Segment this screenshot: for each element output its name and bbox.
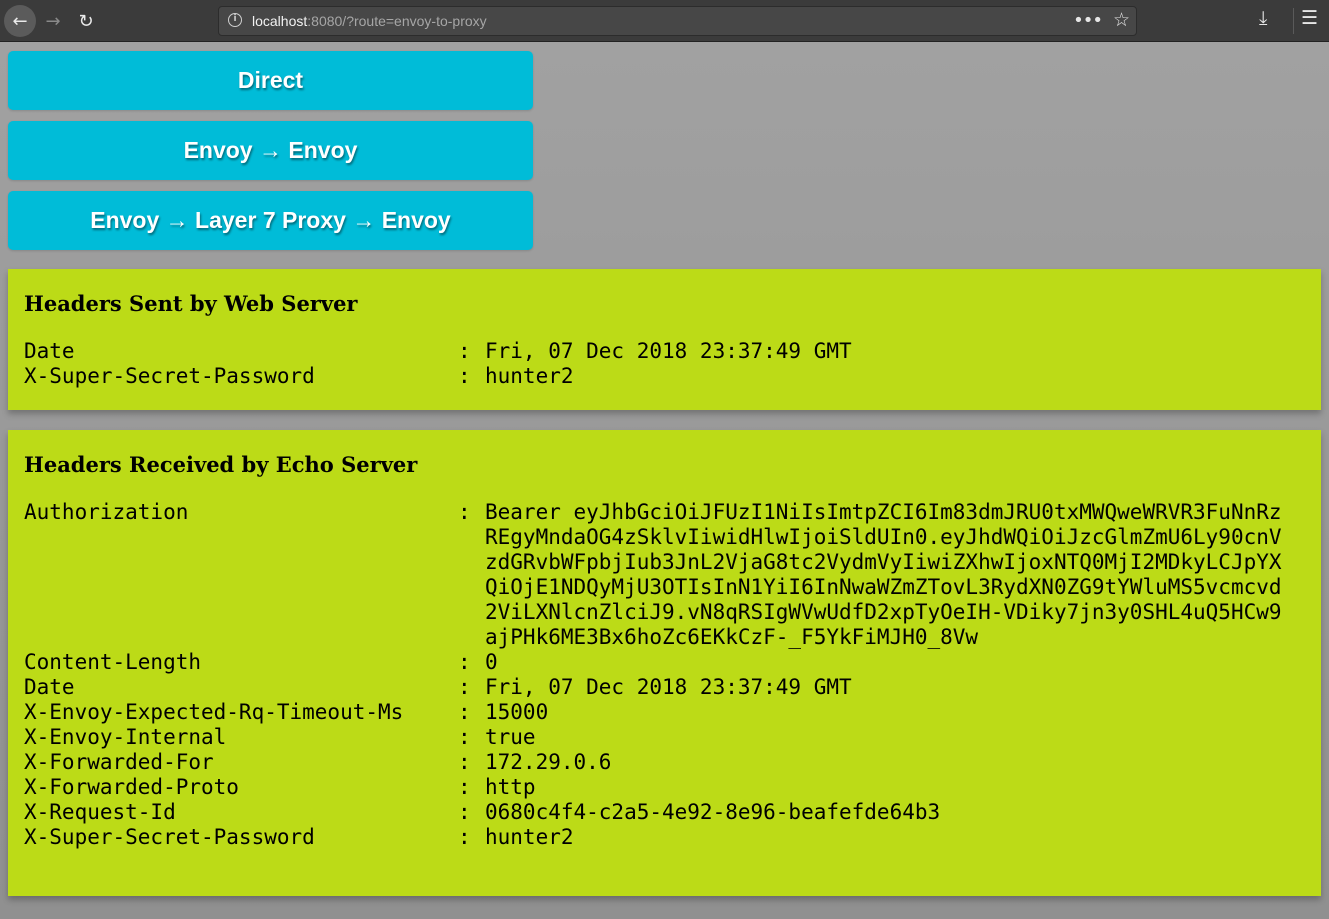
header-separator: : <box>458 800 471 824</box>
headers-sent-panel: Headers Sent by Web Server Date: Fri, 07 … <box>8 269 1321 410</box>
header-name: Date <box>24 339 75 363</box>
header-name: Authorization <box>24 500 189 524</box>
header-name: X-Super-Secret-Password <box>24 364 315 388</box>
headers-sent-list: Date: Fri, 07 Dec 2018 23:37:49 GMT X-Supe… <box>24 339 1305 389</box>
header-separator: : <box>458 750 471 774</box>
header-row: X-Request-Id:0680c4f4-c2a5-4e92-8e96-bea… <box>24 800 1305 825</box>
menu-icon[interactable]: ☰ <box>1301 7 1318 29</box>
more-icon[interactable]: ••• <box>1073 10 1103 31</box>
header-row: X-Forwarded-For:172.29.0.6 <box>24 750 1305 775</box>
header-name: X-Request-Id <box>24 800 176 824</box>
header-value: Fri, 07 Dec 2018 23:37:49 GMT <box>485 339 852 363</box>
browser-toolbar: ← → ↻ i localhost:8080/?route=envoy-to-p… <box>0 0 1329 42</box>
header-separator: : <box>458 364 471 388</box>
header-name: X-Super-Secret-Password <box>24 825 315 849</box>
header-value: 15000 <box>485 700 549 724</box>
header-separator: : <box>458 775 471 799</box>
header-row: Content-Length:0 <box>24 650 1305 675</box>
header-value: hunter2 <box>485 825 574 849</box>
headers-sent-title: Headers Sent by Web Server <box>24 291 358 316</box>
header-separator: : <box>458 675 471 699</box>
header-value: hunter2 <box>485 364 574 388</box>
header-name: X-Envoy-Expected-Rq-Timeout-Ms <box>24 700 404 724</box>
envoy-to-proxy-button[interactable]: Envoy → Layer 7 Proxy → Envoy <box>8 191 533 250</box>
header-separator: : <box>458 500 471 524</box>
header-separator: : <box>458 650 471 674</box>
header-value: http <box>485 775 536 799</box>
forward-icon[interactable]: → <box>37 5 69 37</box>
header-row: Date: Fri, 07 Dec 2018 23:37:49 GMT <box>24 675 1305 700</box>
download-icon[interactable]: ⤓ <box>1259 7 1267 29</box>
url-path: :8080/?route=envoy-to-proxy <box>307 13 487 29</box>
header-value: Bearer eyJhbGciOiJFUzI1NiIsImtpZCI6Im83d… <box>485 500 1282 649</box>
header-name: X-Forwarded-Proto <box>24 775 239 799</box>
header-row: Authorization: Bearer eyJhbGciOiJFUzI1NiI… <box>24 500 1305 650</box>
header-value: 172.29.0.6 <box>485 750 612 774</box>
header-name: Content-Length <box>24 650 202 674</box>
direct-button[interactable]: Direct <box>8 51 533 110</box>
header-name: X-Forwarded-For <box>24 750 214 774</box>
header-row: X-Forwarded-Proto: http <box>24 775 1305 800</box>
headers-received-list: Authorization: Bearer eyJhbGciOiJFUzI1NiI… <box>24 500 1305 850</box>
header-value: 0680c4f4-c2a5-4e92-8e96-beafefde64b3 <box>485 800 941 824</box>
header-name: Date <box>24 675 75 699</box>
header-separator: : <box>458 725 471 749</box>
envoy-to-envoy-button[interactable]: Envoy → Envoy <box>8 121 533 180</box>
url-host: localhost <box>252 13 308 29</box>
info-icon[interactable]: i <box>228 13 242 27</box>
header-row: X-Super-Secret-Password: hunter2 <box>24 825 1305 850</box>
reload-icon[interactable]: ↻ <box>70 5 102 37</box>
headers-received-panel: Headers Received by Echo Server Authoriz… <box>8 430 1321 896</box>
header-row: X-Envoy-Expected-Rq-Timeout-Ms:15000 <box>24 700 1305 725</box>
header-row: X-Envoy-Internal: true <box>24 725 1305 750</box>
header-row: X-Super-Secret-Password: hunter2 <box>24 364 1305 389</box>
toolbar-divider <box>1293 8 1294 34</box>
header-name: X-Envoy-Internal <box>24 725 227 749</box>
url-text: localhost:8080/?route=envoy-to-proxy <box>252 13 487 29</box>
star-icon[interactable]: ☆ <box>1113 9 1130 31</box>
header-value: 0 <box>485 650 498 674</box>
header-separator: : <box>458 700 471 724</box>
url-bar[interactable]: i localhost:8080/?route=envoy-to-proxy •… <box>218 6 1137 36</box>
header-value: true <box>485 725 536 749</box>
header-separator: : <box>458 339 471 363</box>
header-row: Date: Fri, 07 Dec 2018 23:37:49 GMT <box>24 339 1305 364</box>
headers-received-title: Headers Received by Echo Server <box>24 452 418 477</box>
back-icon[interactable]: ← <box>4 5 36 37</box>
header-separator: : <box>458 825 471 849</box>
header-value: Fri, 07 Dec 2018 23:37:49 GMT <box>485 675 852 699</box>
